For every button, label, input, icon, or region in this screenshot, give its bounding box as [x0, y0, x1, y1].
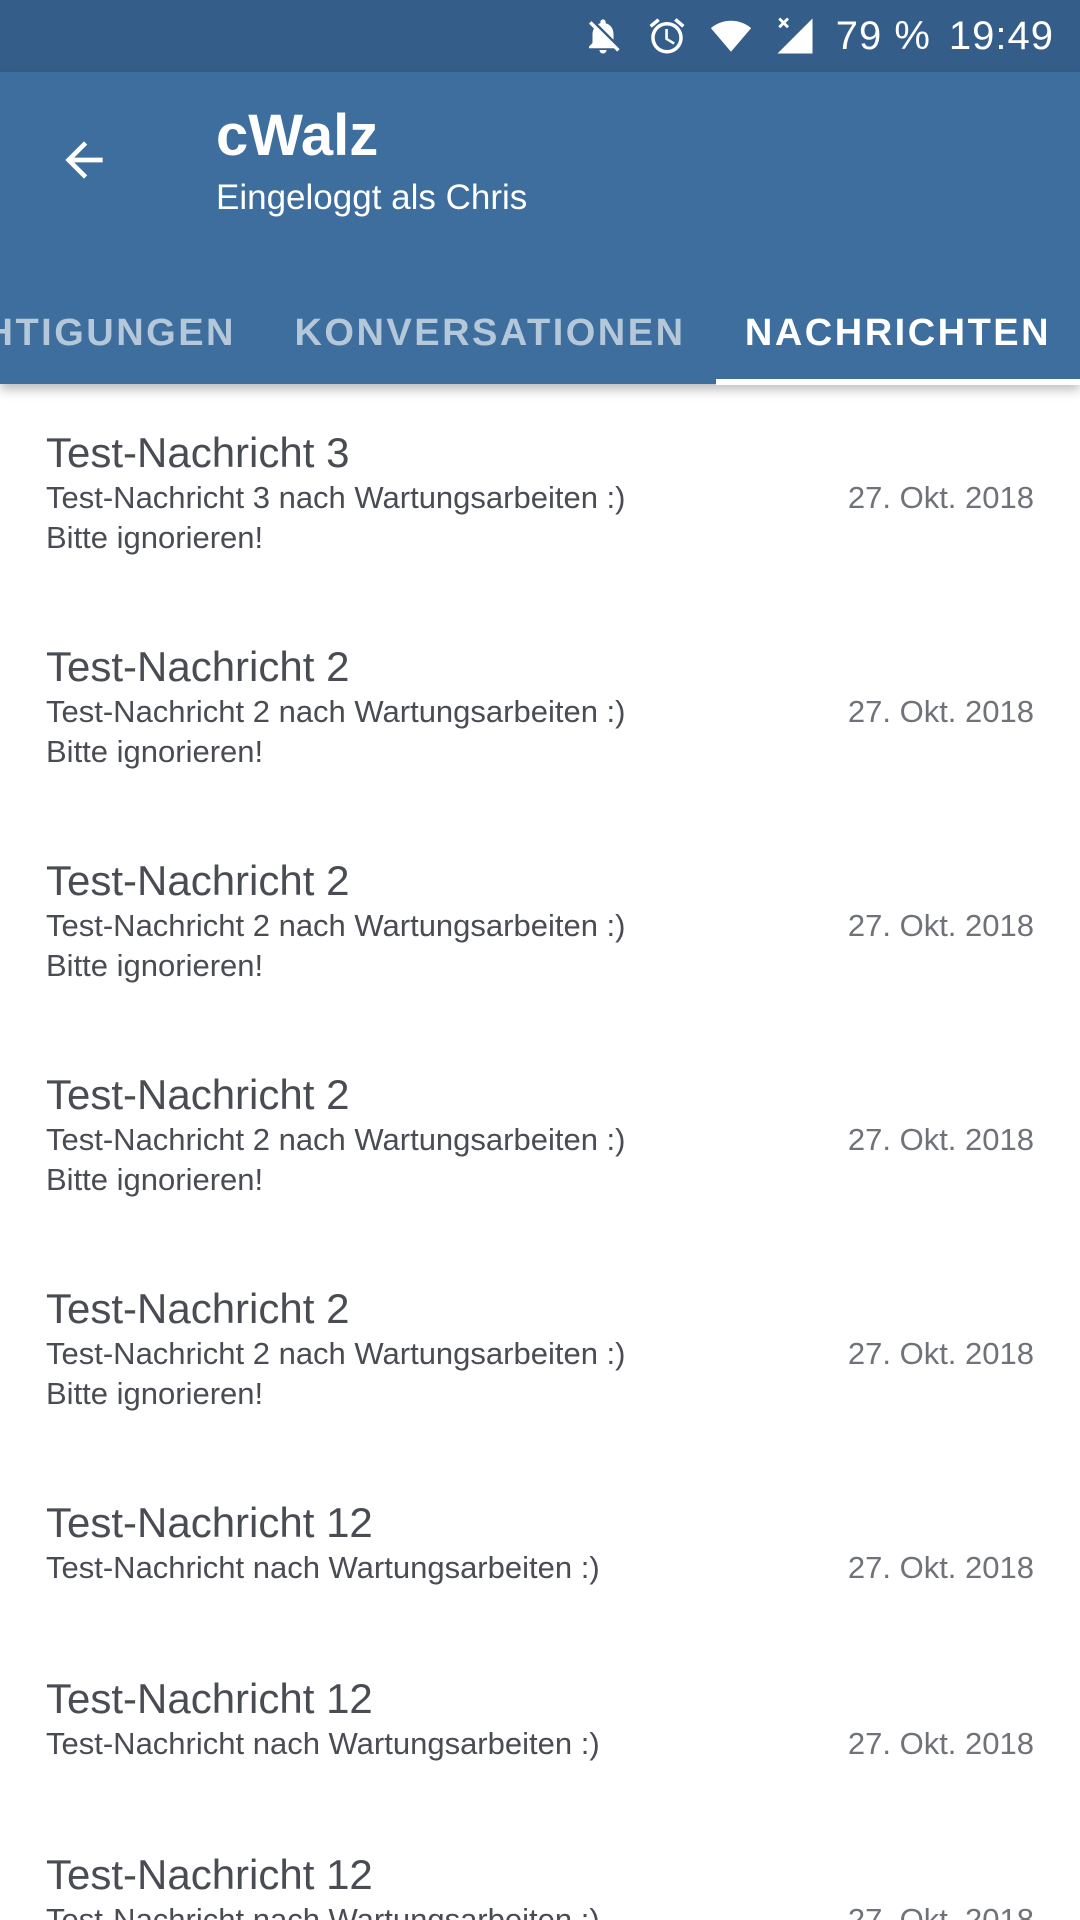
message-body: Test-Nachricht nach Wartungsarbeiten :) [46, 1902, 600, 1920]
message-date: 27. Okt. 2018 [847, 1550, 1034, 1585]
list-item[interactable]: Test-Nachricht 3 Test-Nachricht 3 nach Wa… [0, 384, 1080, 598]
alarm-icon [644, 13, 690, 59]
list-item[interactable]: Test-Nachricht 2 Test-Nachricht 2 nach Wa… [0, 1240, 1080, 1454]
list-item[interactable]: Test-Nachricht 12 Test-Nachricht nach War… [0, 1806, 1080, 1920]
message-body: Test-Nachricht 3 nach Wartungsarbeiten :… [46, 480, 626, 555]
message-title: Test-Nachricht 3 [46, 429, 350, 476]
app-bar: cWalz Eingeloggt als Chris HTIGUNGEN KON… [0, 72, 1080, 385]
active-tab-indicator [716, 379, 1080, 385]
list-item[interactable]: Test-Nachricht 2 Test-Nachricht 2 nach Wa… [0, 812, 1080, 1026]
tab-nachrichten[interactable]: NACHRICHTEN [716, 282, 1080, 384]
app-subtitle: Eingeloggt als Chris [216, 178, 528, 217]
message-date: 27. Okt. 2018 [847, 1726, 1034, 1761]
message-body: Test-Nachricht 2 nach Wartungsarbeiten :… [46, 1122, 626, 1197]
tab-bar: HTIGUNGEN KONVERSATIONEN NACHRICHTEN [0, 282, 1080, 384]
message-title: Test-Nachricht 2 [46, 1071, 350, 1118]
signal-icon [772, 13, 818, 59]
tab-berechtigungen[interactable]: HTIGUNGEN [0, 282, 236, 384]
battery-level: 79 % [835, 13, 931, 58]
message-body: Test-Nachricht nach Wartungsarbeiten :) [46, 1550, 600, 1585]
message-title: Test-Nachricht 12 [46, 1499, 373, 1546]
message-date: 27. Okt. 2018 [847, 1336, 1034, 1371]
message-body: Test-Nachricht 2 nach Wartungsarbeiten :… [46, 908, 626, 983]
list-item[interactable]: Test-Nachricht 12 Test-Nachricht nach War… [0, 1630, 1080, 1806]
tab-konversationen[interactable]: KONVERSATIONEN [280, 282, 700, 384]
list-item[interactable]: Test-Nachricht 2 Test-Nachricht 2 nach Wa… [0, 598, 1080, 812]
message-date: 27. Okt. 2018 [847, 694, 1034, 729]
message-date: 27. Okt. 2018 [847, 1122, 1034, 1157]
message-title: Test-Nachricht 2 [46, 643, 350, 690]
message-date: 27. Okt. 2018 [847, 1902, 1034, 1920]
bell-off-icon [580, 13, 626, 59]
message-date: 27. Okt. 2018 [847, 480, 1034, 515]
message-body: Test-Nachricht 2 nach Wartungsarbeiten :… [46, 694, 626, 769]
status-bar: 79 % 19:49 [0, 0, 1080, 72]
message-title: Test-Nachricht 2 [46, 857, 350, 904]
clock: 19:49 [948, 13, 1054, 58]
wifi-icon [708, 13, 754, 59]
list-item[interactable]: Test-Nachricht 12 Test-Nachricht nach War… [0, 1454, 1080, 1630]
message-title: Test-Nachricht 12 [46, 1851, 373, 1898]
message-date: 27. Okt. 2018 [847, 908, 1034, 943]
message-body: Test-Nachricht nach Wartungsarbeiten :) [46, 1726, 600, 1761]
message-title: Test-Nachricht 2 [46, 1285, 350, 1332]
app-title: cWalz [216, 103, 379, 168]
arrow-left-icon [65, 141, 103, 179]
message-list: Test-Nachricht 3 Test-Nachricht 3 nach Wa… [0, 384, 1080, 1920]
message-body: Test-Nachricht 2 nach Wartungsarbeiten :… [46, 1336, 626, 1411]
list-item[interactable]: Test-Nachricht 2 Test-Nachricht 2 nach Wa… [0, 1026, 1080, 1240]
message-title: Test-Nachricht 12 [46, 1675, 373, 1722]
back-button[interactable] [46, 122, 122, 198]
